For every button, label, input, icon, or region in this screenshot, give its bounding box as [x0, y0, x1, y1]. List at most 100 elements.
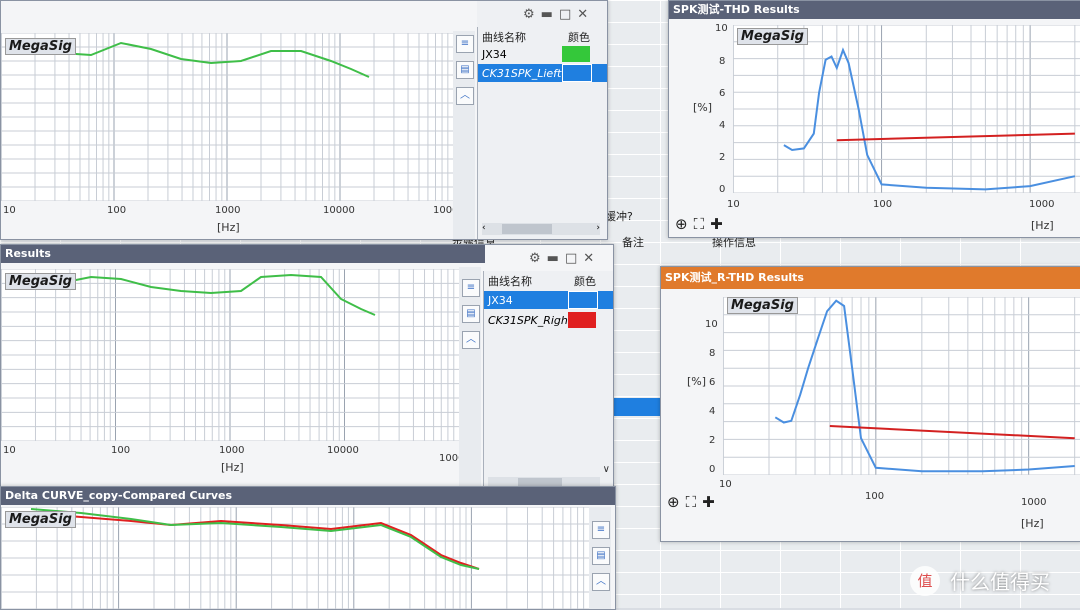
maximize-icon[interactable]: □	[565, 251, 577, 266]
x-unit: [Hz]	[1021, 517, 1044, 530]
curve-color-swatch[interactable]	[568, 291, 598, 309]
x-tick: 10000	[327, 445, 359, 456]
watermark-logo-icon: 值	[910, 566, 940, 596]
chart-settings-icon[interactable]: ▤	[592, 547, 610, 565]
legend-row-selected[interactable]: JX34	[484, 291, 613, 309]
megasig-logo: MegaSig	[5, 273, 76, 290]
fr-window-left[interactable]: MegaSig 10 100 1000 10000 100000 [Hz] ≡ …	[0, 0, 608, 240]
x-tick: 10	[3, 445, 16, 456]
x-tick: 1000	[1029, 199, 1055, 210]
toolstrip: ≡ ▤ ︿	[589, 507, 611, 609]
zoom-tools: ⊕ ⛶ ✚	[667, 493, 715, 511]
x-tick: 100	[107, 205, 127, 216]
scroll-down-icon[interactable]: ∨	[603, 464, 610, 475]
fit-screen-icon[interactable]: ⛶	[694, 215, 705, 233]
x-tick: 100	[873, 199, 893, 210]
x-tick: 1000	[1021, 497, 1047, 508]
y-tick: 8	[719, 56, 726, 67]
window-controls: ⚙ ▬ □ ✕	[529, 249, 594, 267]
pan-icon[interactable]: ✚	[702, 493, 715, 511]
collapse-icon[interactable]: ︿	[592, 573, 610, 591]
toolstrip: ≡ ▤ ︿	[459, 267, 481, 489]
fr-chart-left	[1, 33, 453, 201]
x-tick: 100	[865, 491, 885, 502]
legend-col-name: 曲线名称	[488, 275, 532, 288]
megasig-logo: MegaSig	[5, 511, 76, 528]
curve-name: JX34	[482, 47, 507, 61]
x-unit: [Hz]	[1031, 219, 1054, 232]
fr-window-right[interactable]: Results MegaSig 10 100 1000 10000 100000…	[0, 244, 614, 490]
minimize-icon[interactable]: ▬	[541, 7, 553, 22]
y-tick: 10	[715, 23, 728, 34]
x-tick: 10	[727, 199, 740, 210]
x-tick: 100	[111, 445, 131, 456]
settings-gear-icon[interactable]: ⚙	[523, 7, 535, 22]
thd-curve-blue	[783, 47, 1076, 191]
megasig-logo: MegaSig	[727, 297, 798, 314]
fr-curve-green	[30, 273, 376, 316]
legend-row[interactable]: JX34	[478, 45, 607, 63]
window-title: Delta CURVE_copy-Compared Curves	[1, 487, 615, 505]
delta-curve-window[interactable]: Delta CURVE_copy-Compared Curves MegaSig…	[0, 486, 616, 610]
thd-window-right[interactable]: SPK测试_R-THD Results MegaSig 10 8 6 4 2 0…	[660, 266, 1080, 542]
y-tick: 4	[709, 406, 716, 417]
maximize-icon[interactable]: □	[559, 7, 571, 22]
y-unit: [%]	[687, 375, 707, 388]
legend-col-color: 颜色	[568, 31, 590, 44]
thd-plot	[733, 25, 1080, 193]
y-tick: 6	[719, 88, 726, 99]
y-tick: 0	[719, 184, 726, 195]
close-icon[interactable]: ✕	[577, 7, 588, 22]
y-unit: [%]	[693, 101, 713, 114]
x-unit: [Hz]	[221, 461, 244, 474]
notes-header: 备注	[622, 236, 644, 249]
thd-window-left[interactable]: SPK测试-THD Results MegaSig 10 8 6 4 2 0 […	[668, 0, 1080, 238]
settings-gear-icon[interactable]: ⚙	[529, 251, 541, 266]
megasig-logo: MegaSig	[5, 38, 76, 55]
x-tick: 10	[3, 205, 16, 216]
collapse-icon[interactable]: ︿	[456, 87, 474, 105]
zoom-in-icon[interactable]: ⊕	[667, 493, 680, 511]
window-title: SPK测试_R-THD Results	[661, 267, 1080, 289]
legend-panel: 曲线名称 颜色 JX34 CK31SPK_Right ∨	[483, 271, 613, 489]
y-tick: 10	[705, 319, 718, 330]
legend-toggle-icon[interactable]: ≡	[592, 521, 610, 539]
curve-color-swatch[interactable]	[562, 64, 592, 82]
thd-limit-red	[829, 425, 1075, 440]
close-icon[interactable]: ✕	[583, 251, 594, 266]
thd-chart-left	[733, 25, 1080, 193]
chart-settings-icon[interactable]: ▤	[462, 305, 480, 323]
curve-name: CK31SPK_Lieft-	[482, 66, 562, 80]
legend-row-selected[interactable]: CK31SPK_Lieft-	[478, 64, 607, 82]
y-tick: 2	[709, 435, 716, 446]
window-controls: ⚙ ▬ □ ✕	[523, 5, 588, 23]
chart-settings-icon[interactable]: ▤	[456, 61, 474, 79]
pan-icon[interactable]: ✚	[710, 215, 723, 233]
fit-screen-icon[interactable]: ⛶	[686, 493, 697, 511]
y-tick: 8	[709, 348, 716, 359]
toolstrip: ≡ ▤ ︿	[453, 31, 475, 239]
x-unit: [Hz]	[217, 221, 240, 234]
y-tick: 0	[709, 464, 716, 475]
legend-toggle-icon[interactable]: ≡	[462, 279, 480, 297]
legend-toggle-icon[interactable]: ≡	[456, 35, 474, 53]
collapse-icon[interactable]: ︿	[462, 331, 480, 349]
x-tick: 1000	[215, 205, 241, 216]
fr-plot-right	[1, 269, 459, 441]
legend-hscroll[interactable]: ‹ ›	[482, 223, 600, 235]
fr-plot-left	[1, 33, 453, 201]
selected-row-highlight	[610, 398, 662, 416]
delta-plot	[1, 507, 589, 609]
legend-header: 曲线名称 颜色	[478, 27, 607, 47]
x-tick: 10	[719, 479, 732, 490]
curve-color-swatch[interactable]	[562, 46, 590, 62]
fr-chart-right	[1, 269, 459, 441]
x-tick: 1000	[219, 445, 245, 456]
zoom-in-icon[interactable]: ⊕	[675, 215, 688, 233]
thd-plot	[723, 297, 1080, 475]
curve-color-swatch[interactable]	[568, 312, 596, 328]
legend-row[interactable]: CK31SPK_Right	[484, 311, 613, 329]
watermark-text: 什么值得买	[950, 570, 1050, 594]
curve-name: CK31SPK_Right	[488, 313, 568, 327]
minimize-icon[interactable]: ▬	[547, 251, 559, 266]
